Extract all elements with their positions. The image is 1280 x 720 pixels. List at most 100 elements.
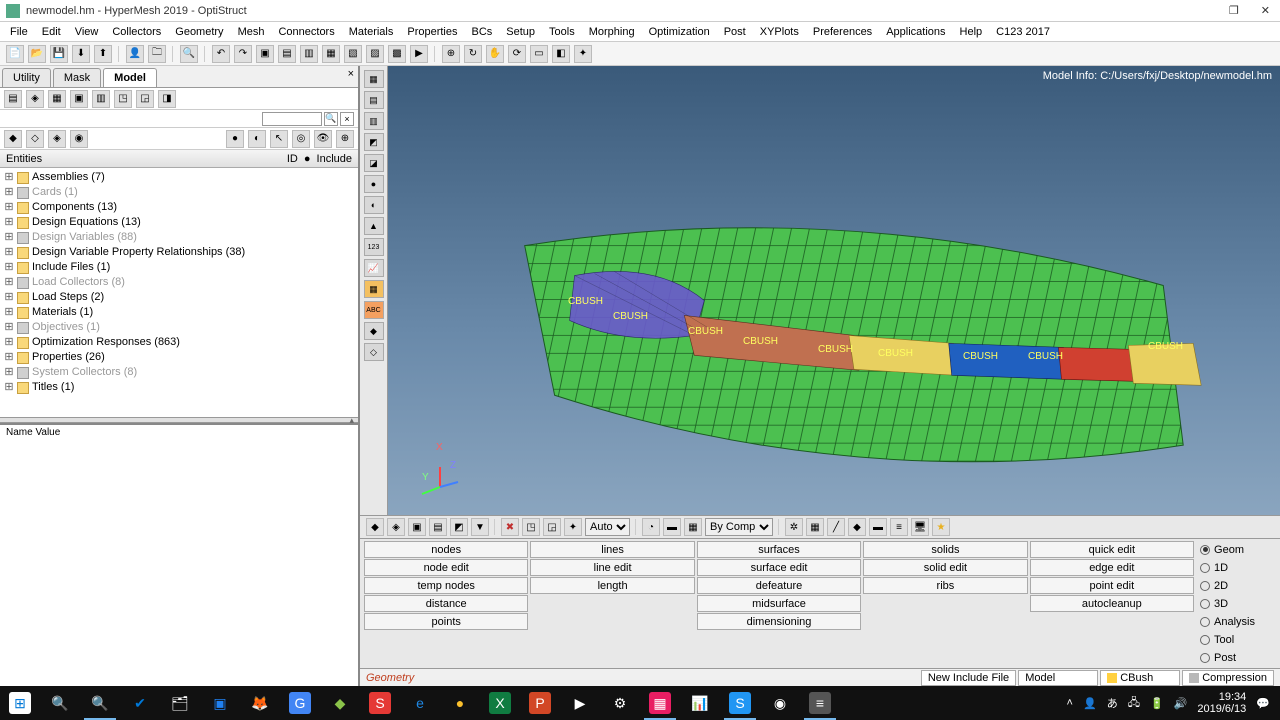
bt6[interactable]: ▼ — [471, 518, 489, 536]
bt10[interactable]: ✦ — [564, 518, 582, 536]
export-button[interactable]: ⬆ — [94, 45, 112, 63]
bt15[interactable]: ▦ — [806, 518, 824, 536]
redo-button[interactable]: ↷ — [234, 45, 252, 63]
menu-file[interactable]: File — [4, 24, 34, 40]
radio-1d[interactable]: 1D — [1200, 559, 1276, 576]
close-button[interactable]: ✕ — [1257, 4, 1274, 17]
browser-btn2[interactable]: ◈ — [26, 90, 44, 108]
disp-btn5[interactable]: 👁 — [314, 130, 332, 148]
ppt[interactable]: P — [520, 686, 560, 720]
tray-up-icon[interactable]: ˄ — [1067, 697, 1073, 709]
vt-7[interactable]: ◐ — [364, 196, 384, 214]
persp-button[interactable]: ◧ — [552, 45, 570, 63]
task4[interactable]: ● — [440, 686, 480, 720]
tray-clock[interactable]: 19:34 2019/6/13 — [1197, 691, 1246, 715]
bt19[interactable]: ≡ — [890, 518, 908, 536]
view6-button[interactable]: ▨ — [366, 45, 384, 63]
panel-distance[interactable]: distance — [364, 595, 528, 612]
panel-line-edit[interactable]: line edit — [530, 559, 694, 576]
bt3[interactable]: ▣ — [408, 518, 426, 536]
bt11[interactable]: ◔ — [642, 518, 660, 536]
bt12[interactable]: ▬ — [663, 518, 681, 536]
panel-close-icon[interactable]: × — [348, 68, 354, 80]
menu-connectors[interactable]: Connectors — [272, 24, 340, 40]
menu-mesh[interactable]: Mesh — [232, 24, 271, 40]
save-button[interactable]: 💾 — [50, 45, 68, 63]
menu-setup[interactable]: Setup — [500, 24, 541, 40]
tree-item[interactable]: ⊞Include Files (1) — [4, 260, 354, 275]
vt-14[interactable]: ◇ — [364, 343, 384, 361]
bt21[interactable]: ★ — [932, 518, 950, 536]
bycomp-select[interactable]: By Comp — [705, 518, 773, 536]
tree-item[interactable]: ⊞Components (13) — [4, 200, 354, 215]
tray-volume-icon[interactable]: 🔊 — [1174, 697, 1188, 710]
panel-node-edit[interactable]: node edit — [364, 559, 528, 576]
tree-item[interactable]: ⊞Properties (26) — [4, 350, 354, 365]
panel-ribs[interactable]: ribs — [863, 577, 1027, 594]
browser-btn3[interactable]: ▦ — [48, 90, 66, 108]
radio-3d[interactable]: 3D — [1200, 595, 1276, 612]
vt-13[interactable]: ◆ — [364, 322, 384, 340]
import-button[interactable]: ⬇ — [72, 45, 90, 63]
bt16[interactable]: ╱ — [827, 518, 845, 536]
bt14[interactable]: ✲ — [785, 518, 803, 536]
view2-button[interactable]: ▤ — [278, 45, 296, 63]
status-include[interactable]: New Include File — [921, 670, 1016, 686]
panel-defeature[interactable]: defeature — [697, 577, 861, 594]
bt1[interactable]: ◆ — [366, 518, 384, 536]
chrome[interactable]: G — [280, 686, 320, 720]
open-button[interactable]: 📂 — [28, 45, 46, 63]
menu-help[interactable]: Help — [954, 24, 989, 40]
start-button[interactable]: ⊞ — [0, 686, 40, 720]
tree-item[interactable]: ⊞Design Variable Property Relationships … — [4, 245, 354, 260]
panel-solid-edit[interactable]: solid edit — [863, 559, 1027, 576]
bt5[interactable]: ◩ — [450, 518, 468, 536]
tree-col-id[interactable]: ID — [287, 153, 298, 165]
vt-10[interactable]: 📈 — [364, 259, 384, 277]
obs[interactable]: ◉ — [760, 686, 800, 720]
browser-btn5[interactable]: ▥ — [92, 90, 110, 108]
vt-6[interactable]: ● — [364, 175, 384, 193]
menu-xyplots[interactable]: XYPlots — [754, 24, 805, 40]
vt-11[interactable]: ▦ — [364, 280, 384, 298]
panel-dimensioning[interactable]: dimensioning — [697, 613, 861, 630]
search-input[interactable] — [262, 112, 322, 126]
panel-quick-edit[interactable]: quick edit — [1030, 541, 1194, 558]
tray-network-icon[interactable]: 🖧 — [1128, 694, 1140, 713]
tree-item[interactable]: ⊞Design Equations (13) — [4, 215, 354, 230]
tree-item[interactable]: ⊞Load Steps (2) — [4, 290, 354, 305]
menu-view[interactable]: View — [69, 24, 105, 40]
bt7[interactable]: ✖ — [501, 518, 519, 536]
menu-applications[interactable]: Applications — [880, 24, 951, 40]
view4-button[interactable]: ▦ — [322, 45, 340, 63]
firefox[interactable]: 🦊 — [240, 686, 280, 720]
tab-utility[interactable]: Utility — [2, 68, 51, 87]
task1[interactable]: ✔ — [120, 686, 160, 720]
radio-post[interactable]: Post — [1200, 649, 1276, 666]
tab-mask[interactable]: Mask — [53, 68, 101, 87]
snagit[interactable]: S — [720, 686, 760, 720]
browser-btn7[interactable]: ◲ — [136, 90, 154, 108]
vt-1[interactable]: ▦ — [364, 70, 384, 88]
browser-btn1[interactable]: ▤ — [4, 90, 22, 108]
bt2[interactable]: ◈ — [387, 518, 405, 536]
new-button[interactable]: 📄 — [6, 45, 24, 63]
bt18[interactable]: ▬ — [869, 518, 887, 536]
tab-model[interactable]: Model — [103, 68, 157, 87]
play-button[interactable]: ▶ — [410, 45, 428, 63]
status-comp2[interactable]: Compression — [1182, 670, 1274, 686]
settings[interactable]: ⚙ — [600, 686, 640, 720]
search-button[interactable]: 🔍 — [40, 686, 80, 720]
hypermesh-task[interactable]: ≡ — [800, 686, 840, 720]
search-clear[interactable]: × — [340, 112, 354, 126]
bt9[interactable]: ◲ — [543, 518, 561, 536]
zoom-button[interactable]: ⊕ — [442, 45, 460, 63]
user-button[interactable]: 👤 — [126, 45, 144, 63]
filter-btn4[interactable]: ◉ — [70, 130, 88, 148]
tree-item[interactable]: ⊞Assemblies (7) — [4, 170, 354, 185]
menu-collectors[interactable]: Collectors — [106, 24, 167, 40]
task7[interactable]: 📊 — [680, 686, 720, 720]
vt-9[interactable]: 123 — [364, 238, 384, 256]
pan-button[interactable]: ✋ — [486, 45, 504, 63]
task2[interactable]: ▣ — [200, 686, 240, 720]
